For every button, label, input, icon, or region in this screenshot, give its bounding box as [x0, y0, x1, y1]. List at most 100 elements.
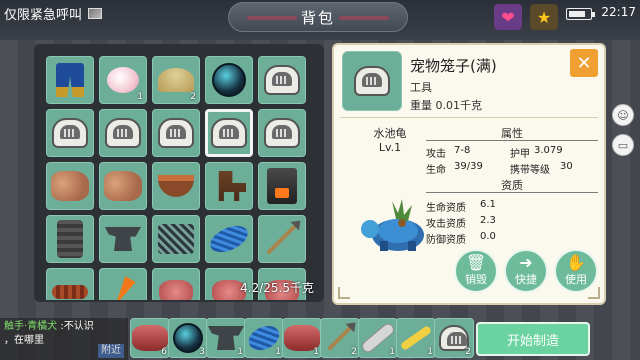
hide-icon: [104, 171, 142, 201]
hotbar-slot[interactable]: 3: [168, 318, 208, 358]
inventory-slot[interactable]: 1: [99, 56, 147, 104]
hotbar-slot[interactable]: 1: [244, 318, 284, 358]
furnace-icon: [267, 168, 297, 204]
start-crafting-button[interactable]: 开始制造: [476, 322, 590, 356]
shortcut-button[interactable]: ➜ 快捷: [504, 249, 548, 293]
aptitude-header: 资质: [426, 177, 598, 193]
hotbar-count: 1: [313, 347, 319, 357]
top-bar: 仅限紧急呼叫 背包 ❤ ★ 22:17: [0, 0, 640, 34]
inventory-slot[interactable]: [152, 215, 200, 263]
puppy-icon[interactable]: ★: [530, 4, 558, 30]
pet-cage-icon: [264, 65, 300, 95]
chat-message: :不认识: [60, 321, 94, 332]
chat-box[interactable]: 触手·青橘犬 :不认识 ，在哪里 附近: [0, 318, 128, 360]
carry-level-label: 携带等级: [510, 165, 550, 176]
pet-name: 水池龟: [373, 127, 407, 140]
image-icon: [88, 8, 103, 19]
page-title: 背包: [228, 2, 408, 32]
hotbar-slot[interactable]: 1: [282, 318, 322, 358]
page-title-text: 背包: [300, 8, 335, 27]
inventory-slot[interactable]: [258, 109, 306, 157]
meat-icon: [159, 280, 193, 300]
cooking-pot-icon: [158, 175, 194, 197]
chat-button[interactable]: ▭: [612, 134, 634, 156]
pet-level: Lv.1: [378, 141, 402, 154]
inventory-slot[interactable]: [205, 56, 253, 104]
close-icon: ✕: [576, 52, 592, 74]
hotbar-slot[interactable]: 2: [434, 318, 474, 358]
inventory-slot[interactable]: [99, 109, 147, 157]
inventory-slot[interactable]: [152, 268, 200, 300]
hp-value: 39/39: [454, 161, 483, 172]
inventory-slot-selected[interactable]: [205, 109, 253, 157]
hotbar-slot[interactable]: 1: [206, 318, 246, 358]
inventory-slot[interactable]: [152, 109, 200, 157]
hp-label: 生命: [426, 165, 446, 176]
battery-icon: [566, 8, 595, 20]
horse-cart-icon: [218, 171, 246, 201]
chat-channel-near[interactable]: 附近: [98, 344, 124, 358]
attributes-header: 属性: [426, 125, 598, 141]
smiley-icon: ☺: [617, 108, 629, 122]
inventory-slot[interactable]: [46, 162, 94, 210]
trash-icon: 🗑: [465, 253, 487, 272]
inventory-slot[interactable]: [258, 162, 306, 210]
attack-label: 攻击: [426, 149, 446, 160]
hotbar-slot[interactable]: 6: [130, 318, 170, 358]
inventory-slot[interactable]: [46, 109, 94, 157]
inventory-slot[interactable]: [205, 215, 253, 263]
inventory-slot[interactable]: [258, 215, 306, 263]
close-button[interactable]: ✕: [570, 49, 598, 77]
inventory-slot[interactable]: [46, 215, 94, 263]
defense-aptitude-value: 0.0: [480, 231, 496, 242]
hotbar-count: 1: [237, 347, 243, 357]
hp-aptitude-value: 6.1: [480, 199, 496, 210]
hide-icon: [51, 171, 89, 201]
hotbar-slot[interactable]: 1: [358, 318, 398, 358]
corner-ornament: [588, 287, 600, 299]
hotbar-slot[interactable]: 2: [320, 318, 360, 358]
turtle-icon: [361, 199, 424, 251]
carry-level-value: 30: [560, 161, 573, 172]
hotbar-count: 1: [275, 347, 281, 357]
attack-value: 7-8: [454, 145, 471, 156]
emergency-call-label: 仅限紧急呼叫: [4, 8, 83, 23]
hp-aptitude-label: 生命资质: [426, 203, 466, 214]
item-detail-panel: 宠物笼子(满) 工具 重量 0.01千克 ✕ 水池龟 Lv.1 属性 攻击 7-…: [332, 43, 606, 305]
hotbar-count: 3: [199, 347, 205, 357]
chat-sender: 触手·青橘犬: [4, 321, 58, 332]
hotbar-slot[interactable]: 1: [396, 318, 436, 358]
trap-icon: [158, 224, 194, 254]
inventory-slot[interactable]: [46, 56, 94, 104]
emote-button[interactable]: ☺: [612, 104, 634, 126]
start-crafting-label: 开始制造: [506, 333, 559, 349]
hotbar-count: 6: [161, 347, 167, 357]
chat-bubble-icon: ▭: [617, 138, 629, 152]
armor-value: 3.079: [534, 145, 563, 156]
destroy-label: 销毁: [465, 273, 487, 286]
inventory-slot[interactable]: [99, 268, 147, 300]
inventory-slot[interactable]: [258, 56, 306, 104]
arrow-right-icon: ➜: [519, 253, 533, 272]
inventory-slot[interactable]: [152, 162, 200, 210]
item-name: 宠物笼子(满): [410, 57, 497, 75]
slot-count: 2: [190, 92, 196, 102]
corner-ornament: [338, 287, 350, 299]
attack-aptitude-label: 攻击资质: [426, 219, 466, 230]
pet-cage-icon: [211, 118, 247, 148]
destroy-button[interactable]: 🗑 销毁: [454, 249, 498, 293]
inventory-slot[interactable]: [99, 215, 147, 263]
inventory-grid: 1 2: [46, 56, 306, 300]
inventory-slot[interactable]: 2: [152, 56, 200, 104]
carrot-icon: [110, 276, 135, 300]
pet-cage-icon: [158, 118, 194, 148]
inventory-slot[interactable]: [99, 162, 147, 210]
aptitude-title: 资质: [501, 179, 523, 192]
hotbar-count: 1: [427, 347, 433, 357]
inventory-slot[interactable]: [205, 162, 253, 210]
pet-cage-icon: [264, 118, 300, 148]
wifi-heart-icon[interactable]: ❤: [494, 4, 522, 30]
inventory-slot[interactable]: [46, 268, 94, 300]
pants-icon: [56, 63, 84, 97]
pet-cage-icon: [354, 66, 390, 96]
